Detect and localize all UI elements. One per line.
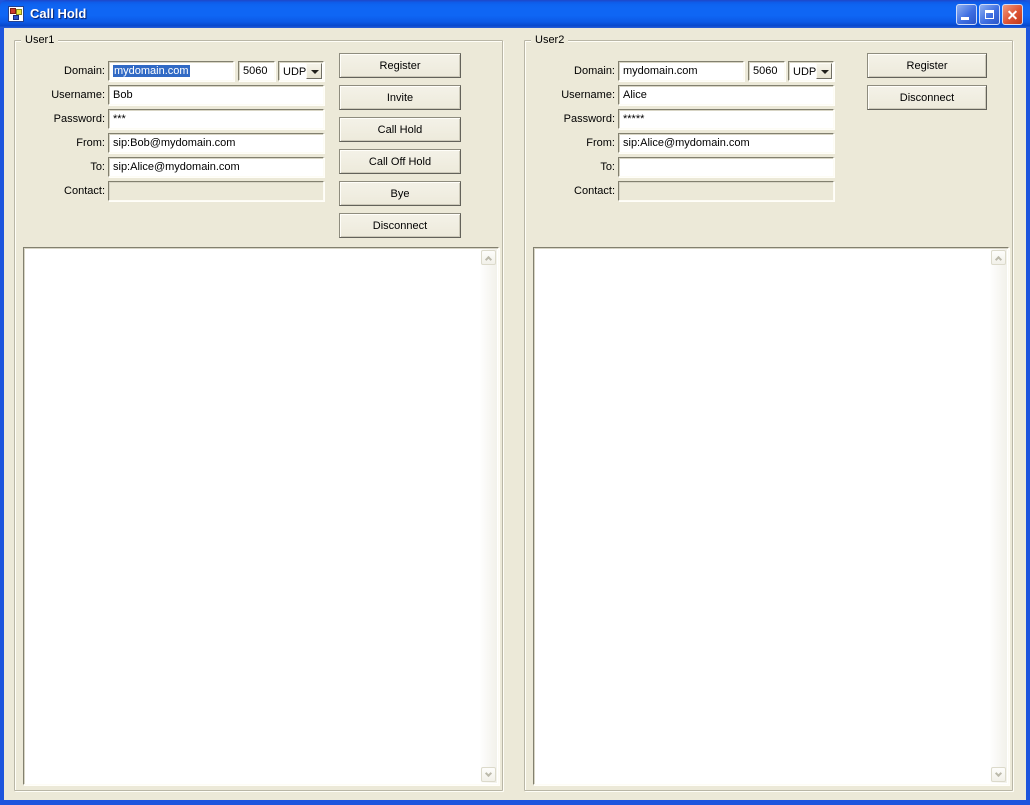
chevron-down-icon xyxy=(311,70,320,74)
window-title: Call Hold xyxy=(30,6,87,21)
user1-group: User1 Domain: mydomain.com UDP Username:… xyxy=(14,34,503,791)
user1-from-input[interactable] xyxy=(108,133,324,153)
user2-register-button[interactable]: Register xyxy=(867,53,987,78)
user2-from-label: From: xyxy=(586,137,615,149)
application-icon xyxy=(8,6,24,22)
user2-group: User2 Domain: UDP Username: Password: Fr… xyxy=(524,34,1013,791)
user1-domain-label: Domain: xyxy=(64,65,105,77)
user2-to-input[interactable] xyxy=(618,157,834,177)
maximize-icon xyxy=(985,10,994,19)
user2-group-label: User2 xyxy=(531,34,569,47)
user1-port-input[interactable] xyxy=(238,61,275,81)
vertical-scrollbar[interactable] xyxy=(480,249,497,783)
user1-from-label: From: xyxy=(76,137,105,149)
user1-username-label: Username: xyxy=(51,89,105,101)
scroll-down-button[interactable] xyxy=(991,767,1006,782)
user1-log-area[interactable] xyxy=(23,247,499,785)
user1-transport-value: UDP xyxy=(283,66,307,78)
user1-domain-input[interactable]: mydomain.com xyxy=(108,61,234,81)
user2-transport-select[interactable]: UDP xyxy=(788,61,834,81)
scrollbar-track[interactable] xyxy=(990,266,1007,766)
user2-domain-input[interactable] xyxy=(618,61,744,81)
user2-contact-input xyxy=(618,181,834,201)
user1-disconnect-button[interactable]: Disconnect xyxy=(339,213,461,238)
form-client-area: User1 Domain: mydomain.com UDP Username:… xyxy=(4,28,1026,800)
user1-to-input[interactable] xyxy=(108,157,324,177)
scrollbar-track[interactable] xyxy=(480,266,497,766)
chevron-down-icon xyxy=(484,769,493,777)
user2-port-input[interactable] xyxy=(748,61,785,81)
minimize-icon xyxy=(961,17,969,20)
user1-call-off-hold-button[interactable]: Call Off Hold xyxy=(339,149,461,174)
user2-password-input[interactable] xyxy=(618,109,834,129)
user2-domain-label: Domain: xyxy=(574,65,615,77)
chevron-up-icon xyxy=(994,255,1003,263)
vertical-scrollbar[interactable] xyxy=(990,249,1007,783)
user2-disconnect-button[interactable]: Disconnect xyxy=(867,85,987,110)
scroll-down-button[interactable] xyxy=(481,767,496,782)
user1-password-label: Password: xyxy=(53,113,105,125)
scroll-up-button[interactable] xyxy=(481,250,496,265)
chevron-up-icon xyxy=(484,255,493,263)
user1-username-input[interactable] xyxy=(108,85,324,105)
user1-invite-button[interactable]: Invite xyxy=(339,85,461,110)
icon-blue-square xyxy=(13,15,19,20)
user2-to-label: To: xyxy=(600,161,615,173)
user2-username-input[interactable] xyxy=(618,85,834,105)
user1-group-label: User1 xyxy=(21,34,59,47)
titlebar[interactable]: Call Hold xyxy=(0,0,1030,28)
user2-from-input[interactable] xyxy=(618,133,834,153)
user1-transport-select[interactable]: UDP xyxy=(278,61,324,81)
user2-contact-label: Contact: xyxy=(574,185,615,197)
scroll-up-button[interactable] xyxy=(991,250,1006,265)
selected-text: mydomain.com xyxy=(113,65,190,77)
dropdown-arrow-button[interactable] xyxy=(306,63,322,79)
user2-transport-value: UDP xyxy=(793,66,817,78)
maximize-button[interactable] xyxy=(979,4,1000,25)
minimize-button[interactable] xyxy=(956,4,977,25)
window-controls xyxy=(956,4,1023,25)
dropdown-arrow-button[interactable] xyxy=(816,63,832,79)
user1-contact-input xyxy=(108,181,324,201)
chevron-down-icon xyxy=(994,769,1003,777)
user1-bye-button[interactable]: Bye xyxy=(339,181,461,206)
user1-password-input[interactable] xyxy=(108,109,324,129)
user1-call-hold-button[interactable]: Call Hold xyxy=(339,117,461,142)
close-button[interactable] xyxy=(1002,4,1023,25)
user2-password-label: Password: xyxy=(563,113,615,125)
chevron-down-icon xyxy=(821,70,830,74)
user1-to-label: To: xyxy=(90,161,105,173)
call-hold-window: Call Hold User1 Domain: mydomain.com 506… xyxy=(0,0,1030,805)
user2-username-label: Username: xyxy=(561,89,615,101)
user2-log-area[interactable] xyxy=(533,247,1009,785)
user1-contact-label: Contact: xyxy=(64,185,105,197)
user1-register-button[interactable]: Register xyxy=(339,53,461,78)
